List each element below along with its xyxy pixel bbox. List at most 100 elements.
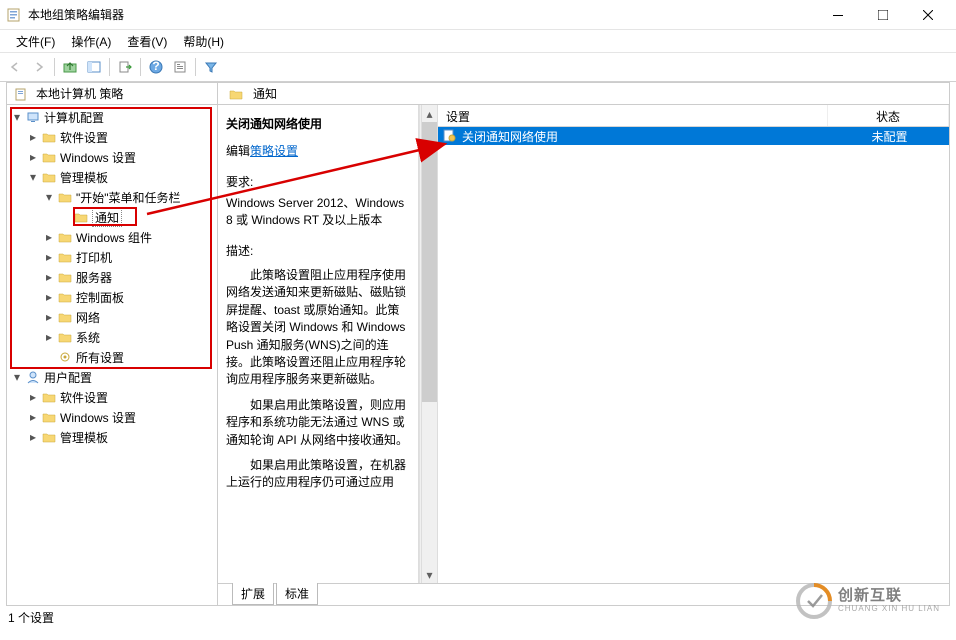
show-hide-tree-button[interactable] (83, 56, 105, 78)
menu-view[interactable]: 查看(V) (119, 31, 175, 52)
tree-node-start-taskbar[interactable]: ▾"开始"菜单和任务栏 (11, 187, 217, 207)
separator (109, 58, 110, 76)
tree-node-control-panel[interactable]: ▸控制面板 (11, 287, 217, 307)
expand-icon[interactable]: ▸ (27, 130, 39, 144)
status-count: 1 个设置 (8, 609, 54, 626)
forward-button[interactable] (28, 56, 50, 78)
svg-text:?: ? (152, 60, 159, 73)
desc-scrollbar-track[interactable]: ▴ ▾ (422, 105, 438, 583)
separator (54, 58, 55, 76)
tree-node-user-admin-templates[interactable]: ▸管理模板 (11, 427, 217, 447)
expand-icon[interactable]: ▸ (43, 250, 55, 264)
collapse-icon[interactable]: ▾ (43, 190, 55, 204)
maximize-button[interactable] (860, 0, 905, 30)
settings-icon (57, 349, 73, 365)
expand-icon[interactable]: ▸ (27, 410, 39, 424)
tree-node-all-settings[interactable]: 所有设置 (11, 347, 217, 367)
edit-policy-link[interactable]: 策略设置 (250, 144, 298, 158)
tree-node-computer-config[interactable]: ▾计算机配置 (11, 107, 217, 127)
folder-icon (57, 229, 73, 245)
close-button[interactable] (905, 0, 950, 30)
details-body: 关闭通知网络使用 编辑策略设置 要求: Windows Server 2012、… (218, 105, 949, 583)
description-label: 描述: (226, 242, 410, 259)
folder-icon (73, 209, 89, 225)
list-row[interactable]: 关闭通知网络使用 未配置 (438, 127, 949, 145)
tree-node-notifications[interactable]: 通知 (11, 207, 217, 227)
scroll-thumb[interactable] (422, 122, 437, 402)
app-icon (6, 7, 22, 23)
tree-root-label: 本地计算机 策略 (36, 85, 123, 102)
computer-icon (25, 109, 41, 125)
titlebar: 本地组策略编辑器 (0, 0, 956, 30)
tree-node-user-software[interactable]: ▸软件设置 (11, 387, 217, 407)
tree-node-windows-settings[interactable]: ▸Windows 设置 (11, 147, 217, 167)
help-button[interactable]: ? (145, 56, 167, 78)
expand-icon[interactable]: ▸ (27, 430, 39, 444)
tree-node-network[interactable]: ▸网络 (11, 307, 217, 327)
requirements-label: 要求: (226, 173, 410, 190)
scroll-up-button[interactable]: ▴ (422, 105, 437, 122)
folder-icon (41, 169, 57, 185)
tree-node-system[interactable]: ▸系统 (11, 327, 217, 347)
policy-icon (13, 86, 29, 102)
tree-node-user-config[interactable]: ▾用户配置 (11, 367, 217, 387)
tab-extended[interactable]: 扩展 (232, 583, 274, 605)
expand-icon[interactable]: ▸ (43, 290, 55, 304)
folder-icon (41, 389, 57, 405)
tree-node-win-components[interactable]: ▸Windows 组件 (11, 227, 217, 247)
tree-node-servers[interactable]: ▸服务器 (11, 267, 217, 287)
properties-button[interactable] (169, 56, 191, 78)
folder-icon (57, 269, 73, 285)
edit-line: 编辑策略设置 (226, 142, 410, 159)
menu-help[interactable]: 帮助(H) (175, 31, 232, 52)
menu-file[interactable]: 文件(F) (8, 31, 63, 52)
tree-node-printers[interactable]: ▸打印机 (11, 247, 217, 267)
folder-icon (41, 429, 57, 445)
folder-icon (57, 329, 73, 345)
separator (195, 58, 196, 76)
client-area: 本地计算机 策略 ▾计算机配置 ▸软件设置 ▸Windows 设置 ▾管理模板 … (6, 82, 950, 606)
back-button[interactable] (4, 56, 26, 78)
up-folder-button[interactable] (59, 56, 81, 78)
tree-node-admin-templates[interactable]: ▾管理模板 (11, 167, 217, 187)
expand-icon[interactable]: ▸ (43, 310, 55, 324)
user-icon (25, 369, 41, 385)
expand-icon[interactable]: ▸ (43, 270, 55, 284)
description-p1: 此策略设置阻止应用程序使用网络发送通知来更新磁贴、磁贴锁屏提醒、toast 或原… (226, 267, 410, 389)
folder-icon (228, 86, 244, 102)
folder-icon (57, 309, 73, 325)
watermark-logo-icon (796, 583, 832, 619)
watermark-text: 创新互联 CHUANG XIN HU LIAN (838, 588, 940, 613)
collapse-icon[interactable]: ▾ (11, 370, 23, 384)
export-button[interactable] (114, 56, 136, 78)
tab-standard[interactable]: 标准 (276, 583, 318, 605)
scroll-down-button[interactable]: ▾ (422, 566, 437, 583)
row-name: 关闭通知网络使用 (462, 128, 830, 145)
description-column: 关闭通知网络使用 编辑策略设置 要求: Windows Server 2012、… (218, 105, 418, 583)
tree[interactable]: ▾计算机配置 ▸软件设置 ▸Windows 设置 ▾管理模板 ▾"开始"菜单和任… (7, 105, 217, 605)
toolbar: ? (0, 52, 956, 82)
tree-node-software[interactable]: ▸软件设置 (11, 127, 217, 147)
details-header: 通知 (218, 83, 949, 105)
column-setting[interactable]: 设置 (438, 105, 828, 126)
description-p2: 如果启用此策略设置，则应用程序和系统功能无法通过 WNS 或通知轮询 API 从… (226, 397, 410, 449)
expand-icon[interactable]: ▸ (27, 150, 39, 164)
window-title: 本地组策略编辑器 (28, 6, 815, 23)
menubar: 文件(F) 操作(A) 查看(V) 帮助(H) (0, 30, 956, 52)
collapse-icon[interactable]: ▾ (11, 110, 23, 124)
expand-icon[interactable]: ▸ (27, 390, 39, 404)
tree-node-user-windows-settings[interactable]: ▸Windows 设置 (11, 407, 217, 427)
desc-scrollbar[interactable] (419, 105, 421, 583)
row-status: 未配置 (830, 128, 949, 145)
separator (140, 58, 141, 76)
column-status[interactable]: 状态 (828, 105, 949, 126)
minimize-button[interactable] (815, 0, 860, 30)
menu-action[interactable]: 操作(A) (63, 31, 119, 52)
folder-icon (57, 189, 73, 205)
expand-icon[interactable]: ▸ (43, 230, 55, 244)
filter-button[interactable] (200, 56, 222, 78)
collapse-icon[interactable]: ▾ (27, 170, 39, 184)
details-header-label: 通知 (253, 85, 277, 102)
folder-icon (57, 289, 73, 305)
expand-icon[interactable]: ▸ (43, 330, 55, 344)
